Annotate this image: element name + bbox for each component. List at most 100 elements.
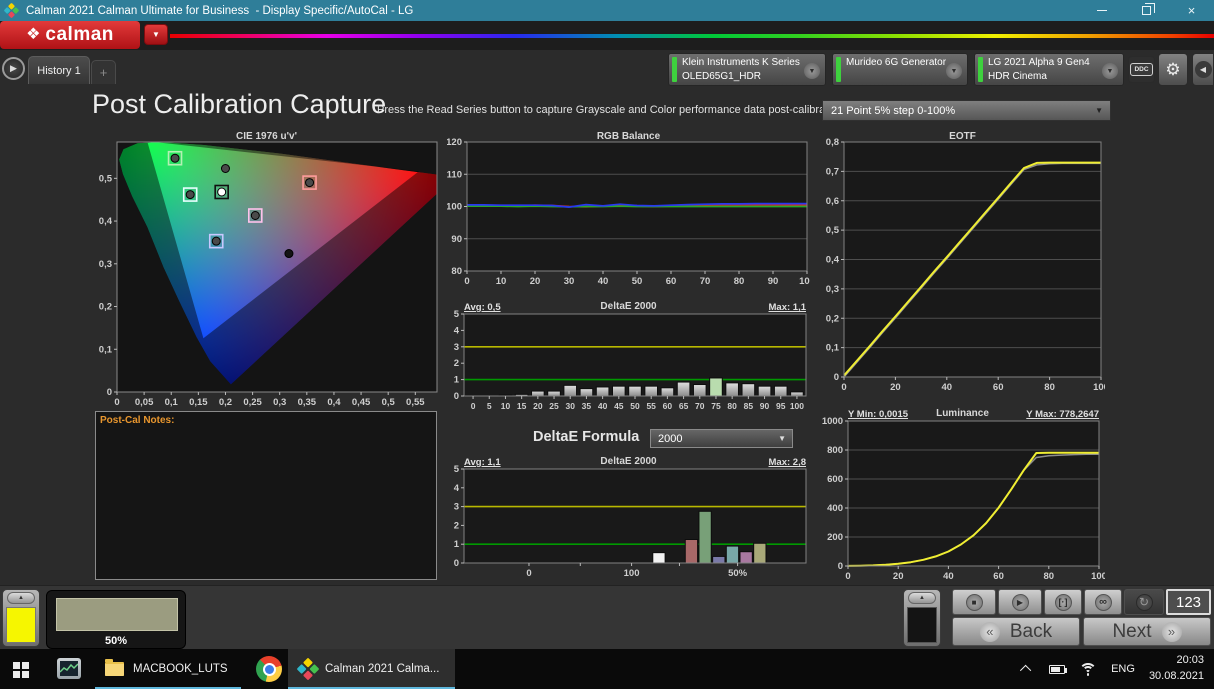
eotf-chart: EOTF 00,10,20,30,40,50,60,70,80204060801… [820,131,1105,397]
stop-button[interactable]: ■ [952,589,996,615]
restore-button[interactable] [1124,0,1169,21]
main-menu-button[interactable]: ▼ [144,24,168,45]
meter-mode: OLED65G1_HDR [682,71,761,82]
svg-text:40: 40 [942,382,953,393]
svg-text:0,5: 0,5 [382,397,396,408]
meter-dropdown[interactable]: Klein Instruments K Series OLED65G1_HDR … [668,53,826,86]
svg-text:100: 100 [790,401,804,411]
collapse-panel-button[interactable]: ◀ [1192,53,1214,86]
svg-text:80: 80 [451,266,462,277]
svg-text:100: 100 [624,568,640,579]
ddc-button[interactable]: DDC [1128,56,1155,83]
svg-text:80: 80 [727,401,737,411]
svg-text:70: 70 [695,401,705,411]
back-button[interactable]: « Back [952,617,1080,646]
battery-icon[interactable] [1049,665,1065,674]
next-label: Next [1112,621,1151,643]
deltae-color-title: DeltaE 2000 [447,456,810,467]
chevron-down-icon: ▼ [1095,106,1103,115]
task-manager-icon[interactable] [57,658,81,679]
svg-text:0,1: 0,1 [99,344,113,355]
language-indicator[interactable]: ENG [1111,663,1135,675]
chevron-down-icon: ▼ [804,63,820,79]
svg-text:20: 20 [890,382,901,393]
minimize-button[interactable] [1079,0,1124,21]
play-icon: ▶ [10,63,17,74]
calman-logo[interactable]: ❖ calman [0,21,140,49]
level-indicator: 123 [1166,589,1211,615]
generator-dropdown[interactable]: Murideo 6G Generator ▼ [832,53,968,86]
window-title: Calman 2021 Calman Ultimate for Business… [26,5,413,17]
svg-text:4: 4 [454,483,460,494]
svg-text:30: 30 [565,401,575,411]
taskbar-item-folder[interactable]: MACBOOK_LUTS [95,649,241,689]
svg-text:2: 2 [454,358,459,369]
wifi-icon[interactable] [1079,663,1097,676]
calman-logo-icon: ❖ [26,27,40,43]
svg-text:0: 0 [838,561,843,572]
svg-text:80: 80 [1044,571,1055,582]
chevron-up-icon: ▲ [919,595,925,601]
refresh-button[interactable]: ↻ [1124,589,1164,615]
read-continuous-button[interactable]: ∞ [1084,589,1122,615]
infinity-icon: ∞ [1095,594,1112,611]
start-button[interactable] [13,662,29,678]
chrome-icon[interactable] [256,656,282,682]
expand-pattern-button[interactable]: ▲ [7,592,35,604]
svg-text:35: 35 [582,401,592,411]
svg-text:0,4: 0,4 [99,216,113,227]
svg-text:800: 800 [827,445,843,456]
next-button[interactable]: Next » [1083,617,1211,646]
taskbar-item-calman[interactable]: Calman 2021 Calma... [288,649,455,689]
svg-text:100: 100 [1093,382,1105,393]
restore-icon [1142,6,1151,15]
svg-text:0,2: 0,2 [826,313,839,324]
read-series-button[interactable]: [·] [1044,589,1082,615]
chevron-left-icon: ◀ [1195,61,1212,78]
settings-button[interactable]: ⚙ [1158,53,1188,86]
svg-text:0: 0 [114,397,119,408]
read-button[interactable]: ▶ [998,589,1042,615]
svg-text:75: 75 [711,401,721,411]
expand-pattern-button[interactable]: ▲ [908,592,936,604]
svg-text:0,7: 0,7 [826,166,839,177]
clock[interactable]: 20:03 30.08.2021 [1149,653,1204,685]
svg-text:90: 90 [760,401,770,411]
back-label: Back [1010,621,1052,643]
page-title: Post Calibration Capture [92,89,386,120]
svg-text:60: 60 [666,276,677,287]
calman-app-window: Calman 2021 Calman Ultimate for Business… [0,0,1214,689]
chevron-down-icon: ▼ [152,30,160,39]
test-patch-color[interactable] [56,598,178,631]
deltae-max-label: Max: 1,1 [769,302,807,313]
svg-text:0,5: 0,5 [99,173,113,184]
add-tab-button[interactable]: + [91,60,116,84]
rgb-balance-title: RGB Balance [447,131,810,142]
svg-text:60: 60 [993,382,1004,393]
deltae-grayscale-title: DeltaE 2000 [447,301,810,312]
svg-text:0,4: 0,4 [327,397,341,408]
svg-text:50%: 50% [728,568,748,579]
svg-text:65: 65 [679,401,689,411]
point-preset-dropdown[interactable]: 21 Point 5% step 0-100% ▼ [822,100,1111,121]
deltae-color-chart: Avg: 1,1 DeltaE 2000 Max: 2,8 0123450100… [447,456,810,580]
pattern-color-swatch[interactable] [6,607,36,643]
svg-text:0: 0 [526,568,531,579]
svg-text:10: 10 [496,276,507,287]
pattern-color-swatch-dark[interactable] [907,607,937,643]
tab-history-1[interactable]: History 1 [28,56,90,84]
svg-text:20: 20 [530,276,541,287]
display-dropdown[interactable]: LG 2021 Alpha 9 Gen4 HDR Cinema ▼ [974,53,1124,86]
deltae-formula-dropdown[interactable]: 2000 ▼ [650,429,793,448]
svg-text:4: 4 [454,325,460,336]
system-tray: ENG 20:03 30.08.2021 [1023,649,1214,689]
chevron-down-icon: ▼ [778,434,786,443]
tray-expand-icon[interactable] [1020,665,1031,676]
post-cal-notes-field[interactable]: Post-Cal Notes: [95,411,437,580]
layout-nav-button[interactable]: ▶ [2,57,25,80]
close-button[interactable]: × [1169,0,1214,21]
svg-text:80: 80 [1044,382,1055,393]
close-icon: × [1188,3,1196,18]
post-cal-notes-label: Post-Cal Notes: [100,415,174,426]
svg-text:0: 0 [464,276,469,287]
